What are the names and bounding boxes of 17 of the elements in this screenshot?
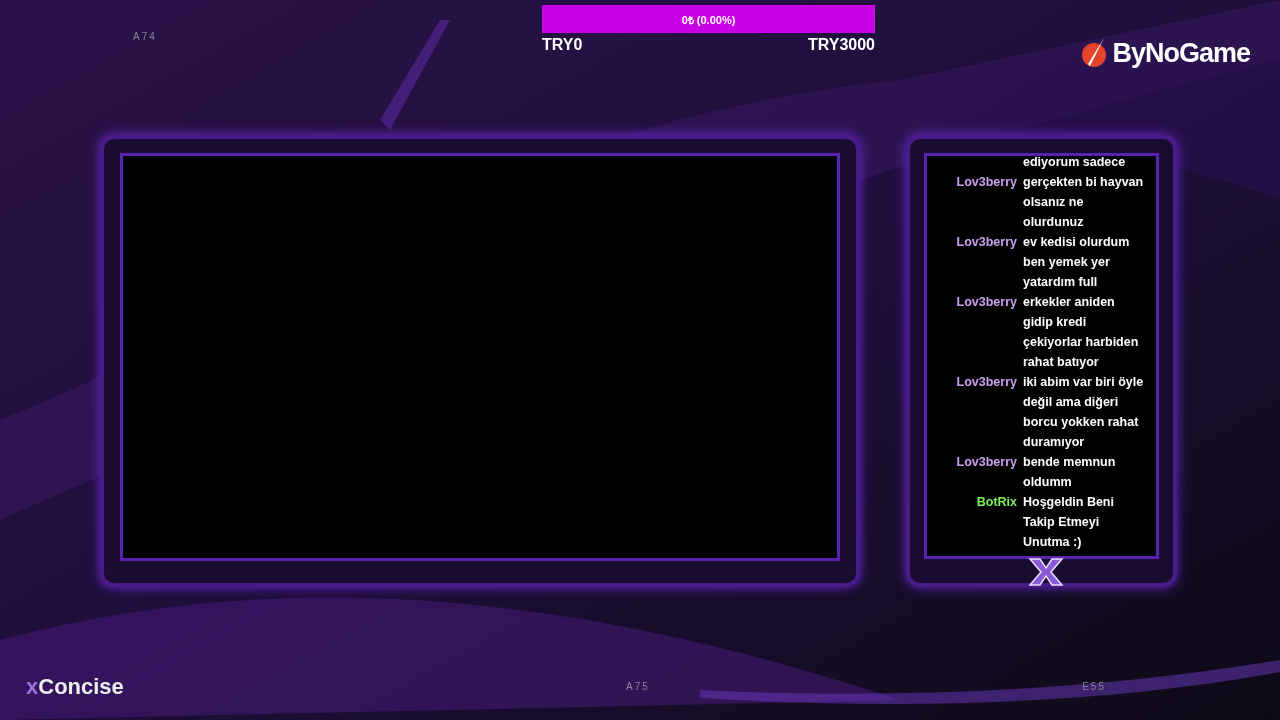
chat-username: Lov3berry (956, 294, 1017, 311)
chat-username: Lov3berry (956, 174, 1017, 191)
x-logo-icon (1028, 557, 1064, 587)
chat-username: Lov3berry (956, 454, 1017, 471)
sponsor-logo: ByNoGame (1112, 37, 1250, 69)
chat-username: BotRix (976, 494, 1017, 511)
goal-max-label: TRY3000 (808, 36, 875, 54)
background-label: A75 (626, 681, 650, 692)
chat-username: Lov3berry (956, 374, 1017, 391)
chat-username: Lov3berry (956, 234, 1017, 251)
chat-message: ediyorum sadece (1023, 156, 1127, 171)
chat-message: bende memnun oldumm (1023, 454, 1117, 491)
background-label: E55 (1082, 681, 1106, 692)
background-label: A74 (133, 31, 157, 42)
chat-message: Hoşgeldin Beni Takip Etmeyi Unutma :) (1023, 494, 1115, 551)
goal-min-label: TRY0 (542, 36, 583, 54)
xconcise-logo: xConcise (26, 674, 124, 700)
